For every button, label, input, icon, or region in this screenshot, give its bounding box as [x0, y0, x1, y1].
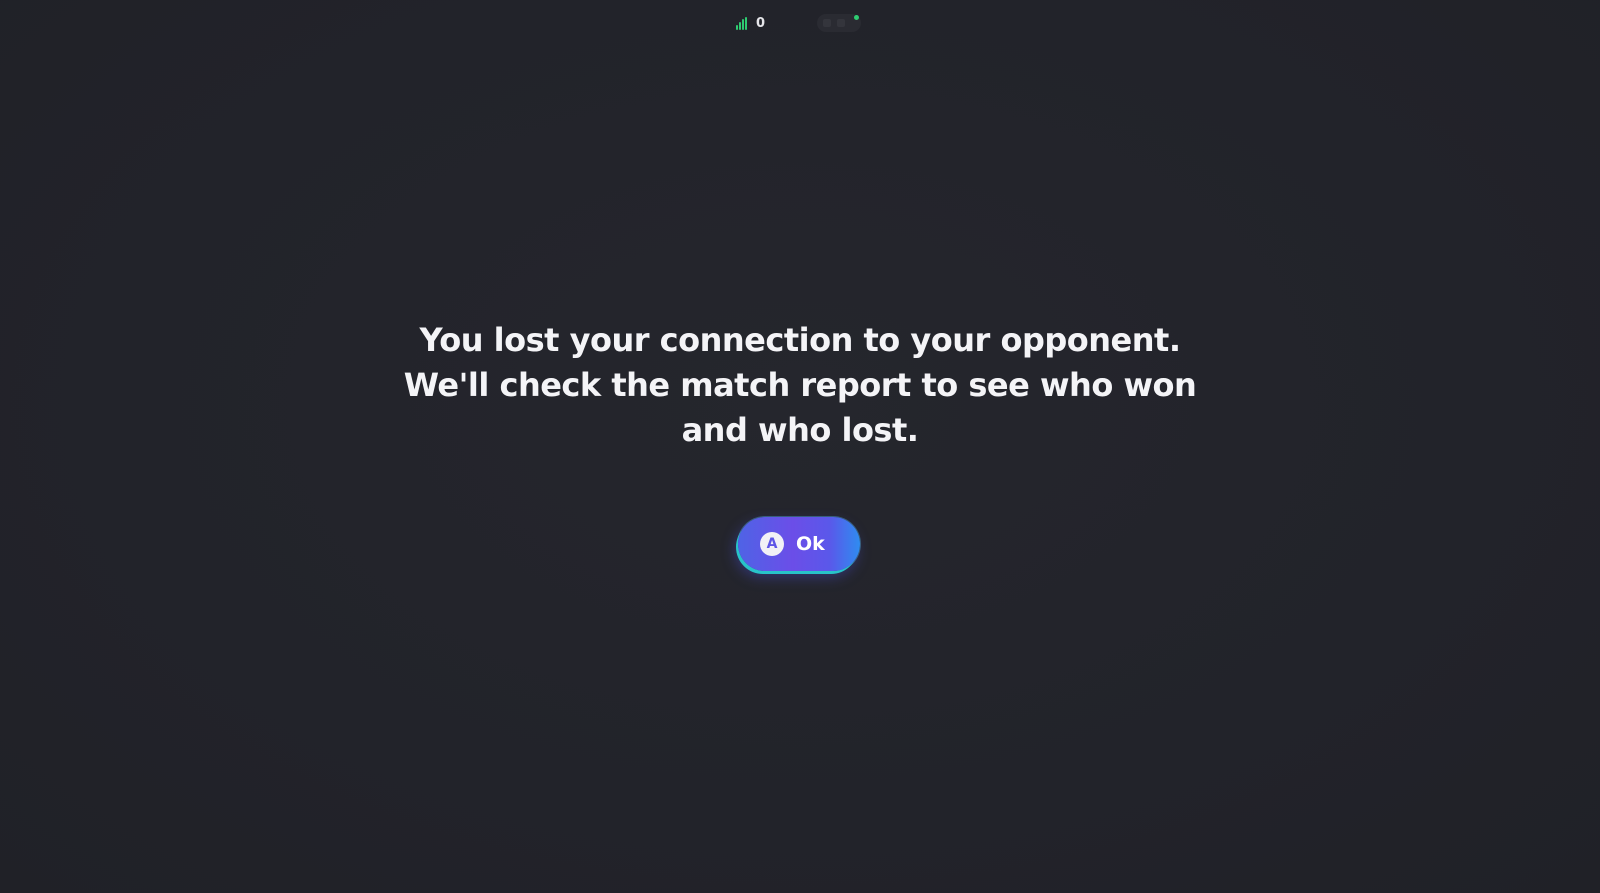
faint-status-icon: [837, 19, 846, 27]
message-line: We'll check the match report to see who …: [403, 366, 1197, 404]
message-line: and who lost.: [681, 411, 919, 449]
connection-lost-message: You lost your connection to your opponen…: [340, 318, 1260, 453]
ok-button[interactable]: A Ok: [738, 517, 860, 571]
online-dot-icon: [854, 15, 860, 20]
connection-status-indicator: [817, 14, 862, 32]
status-strip: 0: [736, 10, 876, 36]
message-line: You lost your connection to your opponen…: [419, 321, 1181, 359]
a-button-glyph-icon: A: [760, 532, 784, 556]
ok-button-label: Ok: [796, 533, 825, 555]
ping-value: 0: [756, 15, 766, 31]
faint-status-icon: [823, 19, 832, 27]
signal-bars-icon: [736, 16, 748, 30]
